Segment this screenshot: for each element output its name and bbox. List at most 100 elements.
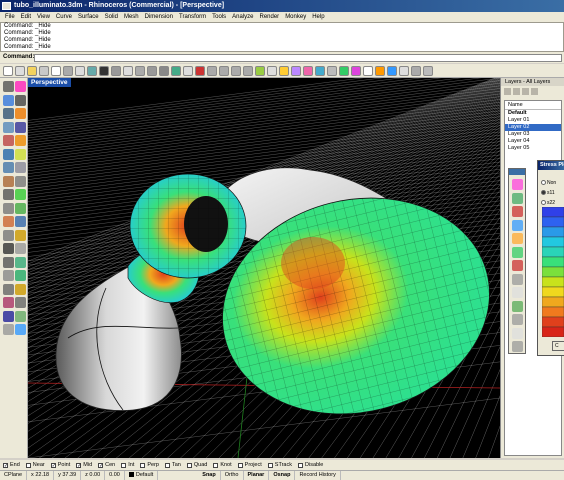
polygon-icon[interactable] xyxy=(3,135,14,146)
layer-icon[interactable] xyxy=(291,65,301,76)
layer-stack-icon[interactable] xyxy=(512,273,523,285)
mirror-icon[interactable] xyxy=(3,297,14,308)
layer-row[interactable]: Layer 04 xyxy=(505,138,561,145)
circle-icon[interactable] xyxy=(15,108,26,119)
osnap-knot[interactable]: Knot xyxy=(213,462,232,468)
render-icon[interactable] xyxy=(351,65,361,76)
stress-dialog-title[interactable]: Stress Plot xyxy=(538,161,564,170)
undo-icon[interactable] xyxy=(99,65,109,76)
script-icon[interactable] xyxy=(423,65,433,76)
osnap-mid[interactable]: ✓ Mid xyxy=(76,462,92,468)
menu-tools[interactable]: Tools xyxy=(209,12,229,22)
light-icon[interactable] xyxy=(279,65,289,76)
stress-dialog-button[interactable]: C xyxy=(552,341,564,351)
warning-icon[interactable] xyxy=(512,233,523,244)
delete-layer-icon[interactable] xyxy=(513,88,520,95)
layers-name-header[interactable]: Name xyxy=(505,101,561,110)
osnap-toggle[interactable]: Osnap xyxy=(269,471,296,480)
ortho-toggle[interactable]: Ortho xyxy=(221,471,244,480)
loft-icon[interactable] xyxy=(3,162,14,173)
snapshot-icon[interactable] xyxy=(375,65,385,76)
wireframe-icon[interactable] xyxy=(243,65,253,76)
copy-tool-icon[interactable] xyxy=(15,270,26,281)
menu-solid[interactable]: Solid xyxy=(102,12,121,22)
layer-row[interactable]: Layer 02 xyxy=(505,124,561,131)
layer-row[interactable]: Default xyxy=(505,110,561,117)
viewport-scene[interactable] xyxy=(28,78,500,458)
osnap-disable[interactable]: Disable xyxy=(298,462,323,468)
camera-icon[interactable] xyxy=(231,65,241,76)
save-icon[interactable] xyxy=(27,65,37,76)
cross-icon[interactable] xyxy=(512,206,523,217)
copy-icon[interactable] xyxy=(75,65,85,76)
osnap-near[interactable]: Near xyxy=(25,462,45,468)
osnap-checkbox[interactable]: ✓ xyxy=(3,462,8,468)
mesh-icon[interactable] xyxy=(512,219,523,231)
osnap-checkbox[interactable] xyxy=(164,462,170,468)
extrude-icon[interactable] xyxy=(15,148,26,160)
osnap-tan[interactable]: Tan xyxy=(164,462,181,468)
osnap-checkbox[interactable] xyxy=(25,462,31,468)
menu-mesh[interactable]: Mesh xyxy=(121,12,142,22)
layer-row[interactable]: Layer 05 xyxy=(505,145,561,152)
menu-curve[interactable]: Curve xyxy=(53,12,75,22)
rotate-icon[interactable] xyxy=(3,283,14,295)
four-views-icon[interactable] xyxy=(207,65,217,76)
move-up-icon[interactable] xyxy=(522,88,529,95)
text-icon[interactable] xyxy=(3,310,14,322)
polyline-icon[interactable] xyxy=(3,94,14,106)
command-input[interactable] xyxy=(34,54,562,62)
osnap-checkbox[interactable] xyxy=(140,462,146,468)
cylinder-icon[interactable] xyxy=(3,202,14,214)
new-file-icon[interactable] xyxy=(3,65,13,76)
point-icon[interactable] xyxy=(15,81,26,92)
menu-render[interactable]: Render xyxy=(257,12,283,22)
zoom-icon[interactable] xyxy=(147,65,157,76)
menu-surface[interactable]: Surface xyxy=(75,12,102,22)
sweep-icon[interactable] xyxy=(3,175,14,187)
record-history-toggle[interactable]: Record History xyxy=(295,471,341,480)
car-icon[interactable] xyxy=(219,65,229,76)
arc-icon[interactable] xyxy=(3,108,14,119)
menu-view[interactable]: View xyxy=(34,12,53,22)
environment-icon[interactable] xyxy=(339,65,349,76)
stress-option-s11[interactable]: s11 xyxy=(538,188,564,198)
cone-icon[interactable] xyxy=(15,202,26,214)
material-icon[interactable] xyxy=(327,65,337,76)
menu-monkey[interactable]: Monkey xyxy=(282,12,309,22)
pipe-icon[interactable] xyxy=(15,216,26,227)
print-icon[interactable] xyxy=(39,65,49,76)
move-icon[interactable] xyxy=(3,270,14,281)
menu-transform[interactable]: Transform xyxy=(176,12,209,22)
osnap-checkbox[interactable] xyxy=(267,462,273,468)
layer-row[interactable]: Layer 03 xyxy=(505,131,561,138)
planar-toggle[interactable]: Planar xyxy=(244,471,270,480)
boolean-icon[interactable] xyxy=(3,229,14,241)
import-icon[interactable] xyxy=(51,65,61,76)
cog-icon[interactable] xyxy=(512,341,523,352)
sphere-solid-icon[interactable] xyxy=(15,189,26,200)
open-file-icon[interactable] xyxy=(15,65,25,76)
earth-icon[interactable] xyxy=(387,65,397,76)
viewport-title[interactable]: Perspective xyxy=(28,78,71,87)
sphere-icon[interactable] xyxy=(315,65,325,76)
rendered-icon[interactable] xyxy=(267,65,277,76)
scale-icon[interactable] xyxy=(15,283,26,295)
rectangle-icon[interactable] xyxy=(15,121,26,133)
trim-icon[interactable] xyxy=(3,243,14,254)
mesh-tool-icon[interactable] xyxy=(15,324,26,335)
current-layer[interactable]: Default xyxy=(125,471,159,480)
stress-option-non[interactable]: Non xyxy=(538,178,564,188)
snap-toggle[interactable]: Snap xyxy=(198,471,221,480)
osnap-point[interactable]: ✓ Point xyxy=(50,462,70,468)
frame-icon[interactable] xyxy=(512,287,523,298)
torus-icon[interactable] xyxy=(3,216,14,227)
cut-icon[interactable] xyxy=(63,65,73,76)
fillet-icon[interactable] xyxy=(15,229,26,241)
plugin-toolbar-title[interactable] xyxy=(509,169,525,175)
rotate-view-icon[interactable] xyxy=(135,65,145,76)
osnap-cen[interactable]: ✓ Cen xyxy=(98,462,115,468)
zoom-window-icon[interactable] xyxy=(159,65,169,76)
grid-snap-icon[interactable] xyxy=(512,192,523,204)
zoom-selected-icon[interactable] xyxy=(183,65,193,76)
